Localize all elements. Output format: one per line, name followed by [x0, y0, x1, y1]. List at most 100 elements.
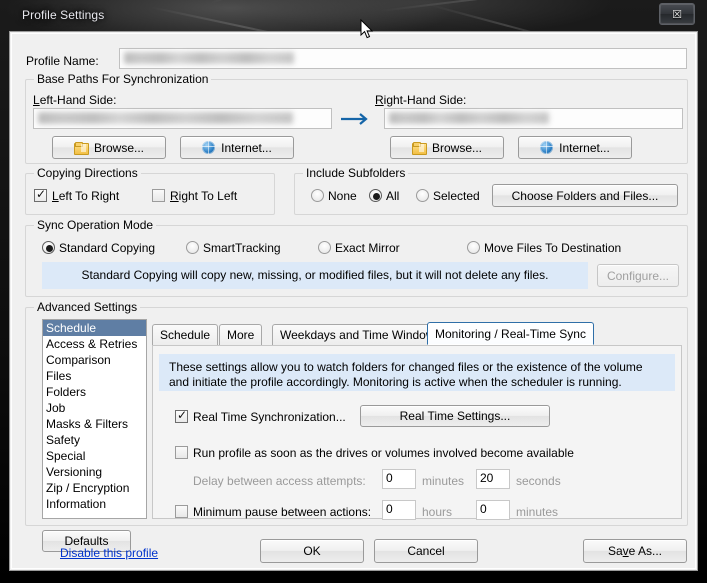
right-hand-side-label: Right-Hand Side:	[375, 93, 467, 107]
mode-exact-mirror-radio[interactable]	[318, 241, 331, 254]
tab-more[interactable]: More	[219, 324, 263, 345]
save-as-label: Save As...	[607, 544, 663, 558]
minimum-pause-label: Minimum pause between actions:	[193, 505, 372, 519]
profile-name-input[interactable]	[119, 48, 687, 69]
left-to-right-checkbox[interactable]: ✓	[34, 187, 47, 202]
tab-schedule[interactable]: Schedule	[152, 324, 219, 345]
left-to-right-label: Left To Right	[52, 189, 120, 203]
mode-exact-mirror-label: Exact Mirror	[335, 241, 400, 255]
configure-label: Configure...	[606, 268, 670, 283]
tab-weekdays-label: Weekdays and Time Window	[280, 328, 435, 342]
redacted-profile-name	[124, 52, 294, 64]
advanced-list-item[interactable]: Job	[43, 400, 146, 416]
profile-settings-window: Profile Settings ☒ Profile Name: Base Pa…	[0, 0, 707, 583]
sync-mode-info-banner: Standard Copying will copy new, missing,…	[42, 262, 588, 289]
check-icon: ✓	[36, 187, 47, 201]
subfolders-selected-radio[interactable]	[416, 189, 429, 202]
globe-icon	[540, 141, 554, 154]
delay-seconds-input[interactable]: 20	[476, 469, 510, 489]
sync-mode-info-text: Standard Copying will copy new, missing,…	[81, 268, 549, 282]
folder-icon	[411, 141, 427, 155]
advanced-list-item[interactable]: Masks & Filters	[43, 416, 146, 432]
ok-button[interactable]: OK	[260, 539, 364, 563]
sync-mode-title: Sync Operation Mode	[34, 218, 157, 232]
advanced-list-item[interactable]: Versioning	[43, 464, 146, 480]
run-on-volume-available-label: Run profile as soon as the drives or vol…	[193, 446, 574, 460]
disable-this-profile-link[interactable]: Disable this profile	[60, 546, 158, 560]
advanced-list-item[interactable]: Information	[43, 496, 146, 512]
left-hand-side-label: Left-Hand Side:	[33, 93, 117, 107]
settings-tabstrip: Schedule More Weekdays and Time Window M…	[152, 322, 682, 345]
check-icon: ✓	[177, 408, 188, 422]
cancel-button[interactable]: Cancel	[374, 539, 478, 563]
mode-smarttracking-radio[interactable]	[186, 241, 199, 254]
advanced-list-item[interactable]: Schedule	[43, 320, 146, 336]
radio-dot-icon	[373, 193, 380, 200]
monitoring-info-banner: These settings allow you to watch folder…	[159, 354, 675, 391]
delay-seconds-unit-label: seconds	[516, 474, 561, 488]
configure-button[interactable]: Configure...	[597, 264, 679, 287]
pause-minutes-input[interactable]: 0	[476, 500, 510, 520]
mode-move-files-label: Move Files To Destination	[484, 241, 622, 255]
advanced-list-item[interactable]: Comparison	[43, 352, 146, 368]
subfolders-all-label: All	[386, 189, 400, 203]
right-to-left-label: Right To Left	[170, 189, 238, 203]
advanced-list-item[interactable]: Zip / Encryption	[43, 480, 146, 496]
real-time-settings-label: Real Time Settings...	[399, 409, 511, 423]
title-bar[interactable]: Profile Settings ☒	[0, 0, 707, 33]
mode-move-files-radio[interactable]	[467, 241, 480, 254]
real-time-sync-label: Real Time Synchronization...	[193, 410, 346, 424]
advanced-settings-list[interactable]: Schedule Access & Retries Comparison Files F…	[42, 319, 147, 519]
subfolders-none-radio[interactable]	[311, 189, 324, 202]
subfolders-all-radio[interactable]	[369, 189, 382, 202]
window-title: Profile Settings	[22, 8, 105, 22]
advanced-settings-title: Advanced Settings	[34, 300, 141, 314]
folder-icon	[73, 141, 89, 155]
ok-label: OK	[303, 544, 321, 558]
delay-minutes-unit-label: minutes	[422, 474, 465, 488]
delay-minutes-input[interactable]: 0	[382, 469, 416, 489]
mode-smarttracking-label: SmartTracking	[203, 241, 281, 255]
advanced-list-item[interactable]: Files	[43, 368, 146, 384]
right-to-left-checkbox[interactable]	[152, 189, 165, 202]
right-browse-button[interactable]: Browse...	[390, 136, 504, 159]
advanced-list-item[interactable]: Folders	[43, 384, 146, 400]
tab-monitoring-real-time-sync[interactable]: Monitoring / Real-Time Sync	[427, 322, 594, 345]
left-internet-button[interactable]: Internet...	[180, 136, 294, 159]
redacted-right-path	[389, 112, 549, 124]
real-time-sync-checkbox[interactable]: ✓	[175, 408, 188, 423]
choose-folders-and-files-button[interactable]: Choose Folders and Files...	[492, 184, 678, 207]
minimum-pause-checkbox[interactable]	[175, 505, 188, 518]
tab-schedule-label: Schedule	[160, 328, 211, 342]
monitoring-info-text: These settings allow you to watch folder…	[169, 360, 643, 389]
subfolders-selected-label: Selected	[433, 189, 480, 203]
mode-standard-copying-radio[interactable]	[42, 241, 55, 254]
radio-dot-icon	[46, 245, 53, 252]
include-subfolders-title: Include Subfolders	[303, 166, 409, 180]
tab-monitoring-label: Monitoring / Real-Time Sync	[435, 326, 586, 341]
advanced-list-item[interactable]: Special	[43, 448, 146, 464]
right-path-input[interactable]	[384, 108, 683, 129]
run-on-volume-available-checkbox[interactable]	[175, 446, 188, 459]
advanced-list-item[interactable]: Access & Retries	[43, 336, 146, 352]
tab-weekdays-and-time-window[interactable]: Weekdays and Time Window	[272, 324, 443, 345]
close-button[interactable]: ☒	[659, 3, 695, 25]
right-browse-label: Browse...	[431, 140, 482, 155]
left-path-input[interactable]	[33, 108, 332, 129]
delay-between-attempts-label: Delay between access attempts:	[193, 474, 366, 488]
pause-hours-input[interactable]: 0	[382, 500, 416, 520]
real-time-settings-button[interactable]: Real Time Settings...	[360, 405, 550, 427]
save-as-button[interactable]: Save As...	[583, 539, 687, 563]
left-internet-label: Internet...	[221, 140, 272, 155]
cancel-label: Cancel	[407, 544, 445, 558]
close-icon: ☒	[672, 7, 682, 21]
globe-icon	[202, 141, 216, 154]
pause-minutes-unit-label: minutes	[516, 505, 559, 519]
tab-more-label: More	[227, 328, 255, 342]
left-browse-button[interactable]: Browse...	[52, 136, 166, 159]
right-internet-label: Internet...	[559, 140, 610, 155]
right-internet-button[interactable]: Internet...	[518, 136, 632, 159]
direction-arrow-icon	[341, 113, 368, 125]
dialog-client-area: Profile Name: Base Paths For Synchroniza…	[9, 31, 698, 571]
advanced-list-item[interactable]: Safety	[43, 432, 146, 448]
